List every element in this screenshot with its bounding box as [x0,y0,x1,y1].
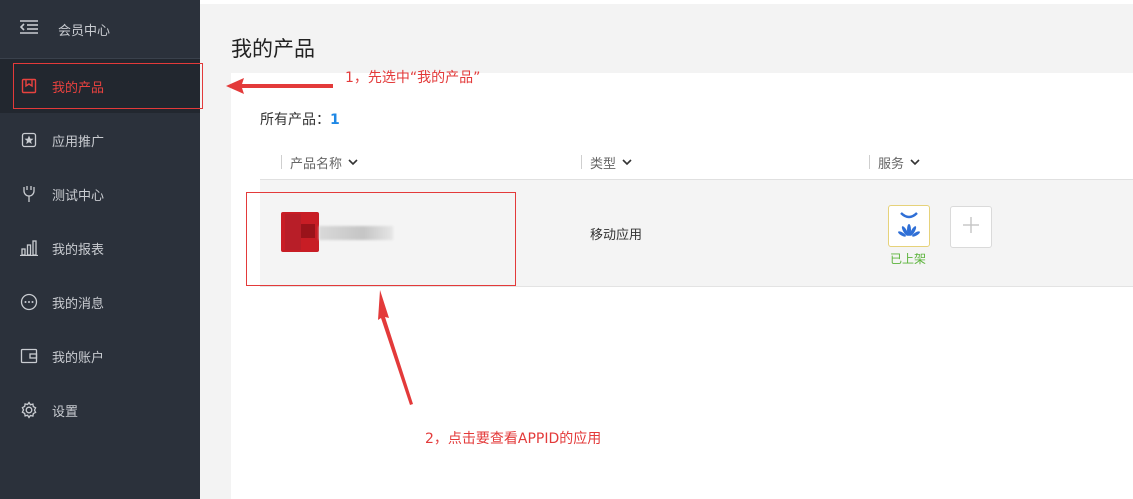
table-header: 产品名称 类型 服务 [260,145,1133,180]
huawei-icon[interactable] [888,205,930,247]
menu-collapse-icon[interactable] [19,20,38,38]
column-header-service[interactable]: 服务 [869,145,920,179]
add-service-button[interactable] [950,206,992,248]
column-header-type[interactable]: 类型 [581,145,632,179]
products-summary: 所有产品：1 [260,109,340,129]
column-label: 服务 [878,156,905,172]
sidebar-item-label: 设置 [52,404,79,420]
annotation-highlight-app [246,192,516,286]
chevron-down-icon [910,155,920,170]
sidebar-item-label: 我的消息 [52,296,105,312]
column-label: 类型 [590,156,617,172]
sidebar-item-label: 我的账户 [52,350,105,366]
sidebar-item-app-promotion[interactable]: 应用推广 [0,113,200,167]
sidebar-title: 会员中心 [58,23,111,39]
column-header-product-name[interactable]: 产品名称 [281,145,358,179]
sidebar-item-settings[interactable]: 设置 [0,383,200,437]
sidebar-item-my-messages[interactable]: 我的消息 [0,275,200,329]
chevron-down-icon [348,155,358,170]
sidebar-item-label: 测试中心 [52,188,105,204]
wallet-icon [20,347,38,365]
top-bar [200,0,1133,4]
summary-label: 所有产品： [260,112,330,128]
sidebar-header: 会员中心 [0,0,200,59]
sidebar-item-my-reports[interactable]: 我的报表 [0,221,200,275]
column-label: 产品名称 [290,156,343,172]
product-count: 1 [330,112,340,128]
annotation-highlight-my-products [13,63,203,109]
sidebar-item-label: 应用推广 [52,134,105,150]
annotation-step2: 2，点击要查看APPID的应用 [425,431,602,447]
bar-chart-icon [20,239,38,257]
app-type: 移动应用 [590,228,643,243]
service-status: 已上架 [890,252,927,266]
plus-icon [962,216,980,238]
gear-icon [20,401,38,419]
chat-icon [20,293,38,311]
sidebar-item-my-account[interactable]: 我的账户 [0,329,200,383]
plug-icon [20,185,38,203]
sidebar-item-label: 我的报表 [52,242,105,258]
star-icon [20,131,38,149]
chevron-down-icon [622,155,632,170]
page-title: 我的产品 [231,37,315,61]
sidebar-item-test-center[interactable]: 测试中心 [0,167,200,221]
annotation-step1: 1，先选中“我的产品” [345,70,481,86]
